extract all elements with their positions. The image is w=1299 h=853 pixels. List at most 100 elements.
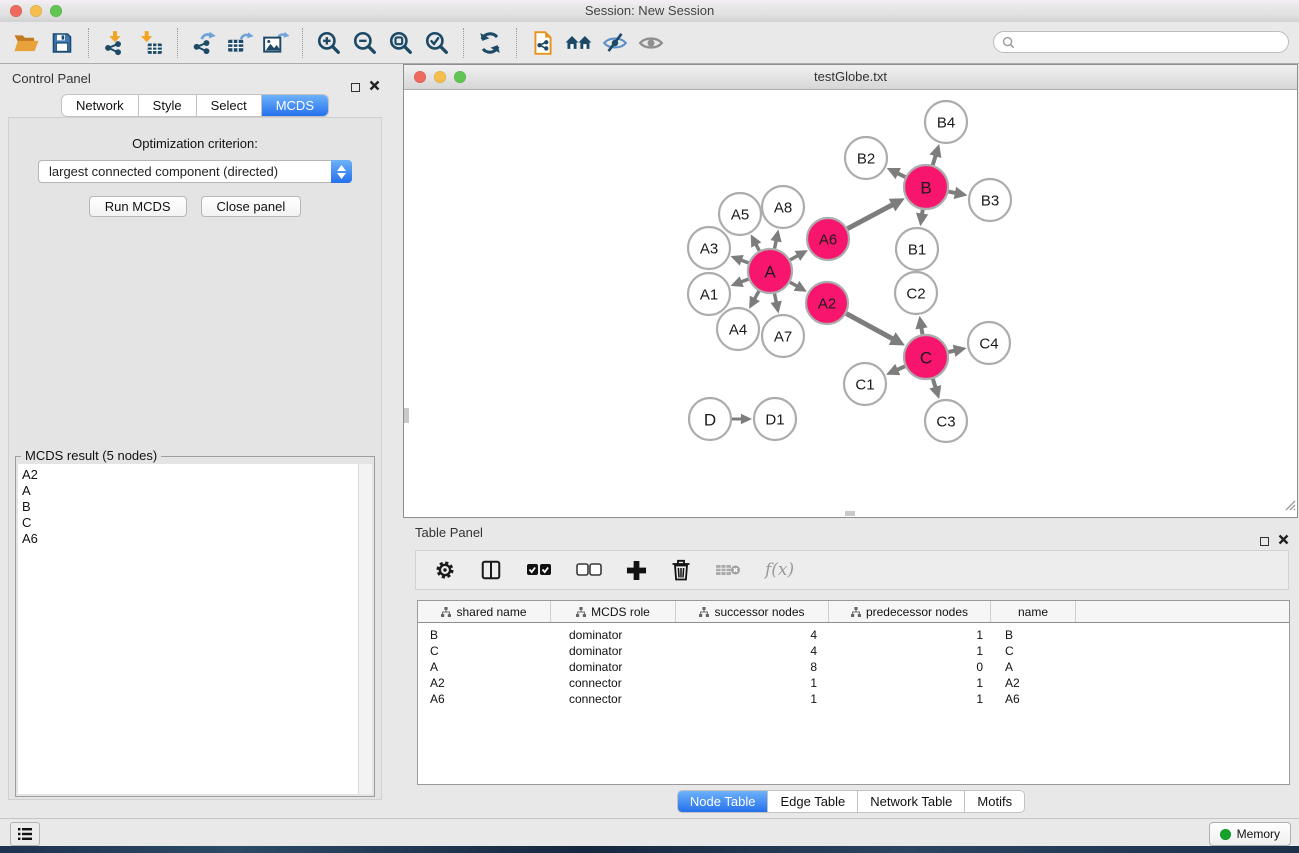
table-row[interactable]: Adominator80A: [418, 659, 1289, 675]
node-C4[interactable]: C4: [968, 322, 1010, 364]
node-A[interactable]: A: [748, 249, 792, 293]
close-panel-action-button[interactable]: Close panel: [201, 196, 302, 217]
show-panels-list-button[interactable]: [10, 822, 40, 846]
select-all-columns-button[interactable]: [526, 563, 552, 577]
float-panel-button[interactable]: [351, 83, 360, 92]
result-list-item[interactable]: B: [18, 499, 372, 515]
create-column-button[interactable]: [626, 560, 647, 581]
result-list-item[interactable]: C: [18, 515, 372, 531]
node-B[interactable]: B: [904, 165, 948, 209]
node-A2[interactable]: A2: [806, 282, 848, 324]
tab-network-table[interactable]: Network Table: [857, 791, 964, 812]
node-C[interactable]: C: [904, 335, 948, 379]
edge-A-A3[interactable]: [731, 255, 749, 266]
deselect-all-columns-button[interactable]: [576, 563, 602, 577]
network-close-button[interactable]: [414, 71, 426, 83]
function-builder-button[interactable]: f(x): [765, 560, 794, 580]
node-D1[interactable]: D1: [754, 398, 796, 440]
edge-B-B3[interactable]: [949, 187, 968, 199]
mcds-result-list[interactable]: A2ABCA6: [18, 464, 372, 794]
node-C1[interactable]: C1: [844, 363, 886, 405]
table-row[interactable]: A2connector11A2: [418, 675, 1289, 691]
result-list-item[interactable]: A: [18, 483, 372, 499]
result-list-item[interactable]: A6: [18, 531, 372, 547]
result-list-scrollbar[interactable]: [358, 464, 372, 794]
network-minimize-button[interactable]: [434, 71, 446, 83]
memory-button[interactable]: Memory: [1209, 822, 1291, 846]
refresh-layout-button[interactable]: [472, 26, 508, 60]
result-list-item[interactable]: A2: [18, 467, 372, 483]
close-panel-button[interactable]: [369, 72, 380, 102]
table-settings-button[interactable]: [434, 559, 456, 581]
tab-mcds[interactable]: MCDS: [261, 95, 328, 116]
table-row[interactable]: Bdominator41B: [418, 627, 1289, 643]
hide-graphics-details-button[interactable]: [597, 26, 633, 60]
delete-table-button[interactable]: [715, 562, 741, 578]
edge-C-C3[interactable]: [929, 379, 941, 399]
frame-resize-grip[interactable]: [1283, 498, 1296, 516]
search-input[interactable]: [1019, 32, 1288, 52]
tab-style[interactable]: Style: [138, 95, 196, 116]
tab-select[interactable]: Select: [196, 95, 261, 116]
edge-D-D1[interactable]: [732, 414, 752, 425]
node-A1[interactable]: A1: [688, 273, 730, 315]
node-D[interactable]: D: [689, 398, 731, 440]
zoom-in-button[interactable]: [311, 26, 347, 60]
edge-A-A8[interactable]: [770, 230, 781, 249]
open-session-button[interactable]: [8, 26, 44, 60]
show-columns-button[interactable]: [480, 559, 502, 581]
edge-A-A2[interactable]: [790, 281, 807, 292]
column-header-successor-nodes[interactable]: successor nodes: [676, 601, 829, 622]
table-row[interactable]: A6connector11A6: [418, 691, 1289, 707]
node-B3[interactable]: B3: [969, 179, 1011, 221]
node-C3[interactable]: C3: [925, 400, 967, 442]
column-header-name[interactable]: name: [991, 601, 1076, 622]
network-maximize-button[interactable]: [454, 71, 466, 83]
export-table-button[interactable]: [222, 26, 258, 60]
zoom-fit-button[interactable]: [383, 26, 419, 60]
column-header-shared-name[interactable]: shared name: [418, 601, 551, 622]
edge-A2-C[interactable]: [846, 314, 905, 346]
network-frame-titlebar[interactable]: testGlobe.txt: [404, 65, 1297, 90]
edge-B-B4[interactable]: [930, 144, 942, 165]
edge-B-B1[interactable]: [916, 210, 928, 226]
edge-B-B2[interactable]: [887, 168, 906, 179]
zoom-selected-button[interactable]: [419, 26, 455, 60]
edge-A-A4[interactable]: [749, 291, 760, 309]
network-canvas[interactable]: AA1A2A3A4A5A6A7A8BB1B2B3B4CC1C2C3C4DD1: [404, 90, 1297, 517]
column-header-MCDS-role[interactable]: MCDS role: [551, 601, 676, 622]
edge-A-A1[interactable]: [731, 276, 749, 287]
save-session-button[interactable]: [44, 26, 80, 60]
node-B2[interactable]: B2: [845, 137, 887, 179]
node-A4[interactable]: A4: [717, 308, 759, 350]
show-graphics-details-button[interactable]: [633, 26, 669, 60]
delete-column-button[interactable]: [671, 559, 691, 581]
canvas-vscroll-thumb[interactable]: [404, 408, 409, 423]
new-network-from-file-button[interactable]: [525, 26, 561, 60]
tab-edge-table[interactable]: Edge Table: [767, 791, 857, 812]
import-table-button[interactable]: [133, 26, 169, 60]
criterion-select[interactable]: largest connected component (directed): [38, 160, 352, 183]
import-network-button[interactable]: [97, 26, 133, 60]
node-A5[interactable]: A5: [719, 193, 761, 235]
tab-node-table[interactable]: Node Table: [678, 791, 768, 812]
run-mcds-button[interactable]: Run MCDS: [89, 196, 187, 217]
export-image-button[interactable]: [258, 26, 294, 60]
search-box[interactable]: [993, 31, 1289, 53]
home-button[interactable]: [561, 26, 597, 60]
zoom-out-button[interactable]: [347, 26, 383, 60]
export-network-button[interactable]: [186, 26, 222, 60]
table-row[interactable]: Cdominator41C: [418, 643, 1289, 659]
column-header-predecessor-nodes[interactable]: predecessor nodes: [829, 601, 991, 622]
edge-A-A5[interactable]: [751, 234, 762, 250]
edge-A-A6[interactable]: [790, 250, 808, 261]
edge-C-C4[interactable]: [948, 345, 966, 357]
node-A6[interactable]: A6: [807, 218, 849, 260]
node-A3[interactable]: A3: [688, 227, 730, 269]
tab-motifs[interactable]: Motifs: [964, 791, 1024, 812]
node-B1[interactable]: B1: [896, 228, 938, 270]
node-A7[interactable]: A7: [762, 315, 804, 357]
node-B4[interactable]: B4: [925, 101, 967, 143]
edge-C-C1[interactable]: [886, 364, 905, 375]
edge-A6-B[interactable]: [847, 198, 904, 228]
